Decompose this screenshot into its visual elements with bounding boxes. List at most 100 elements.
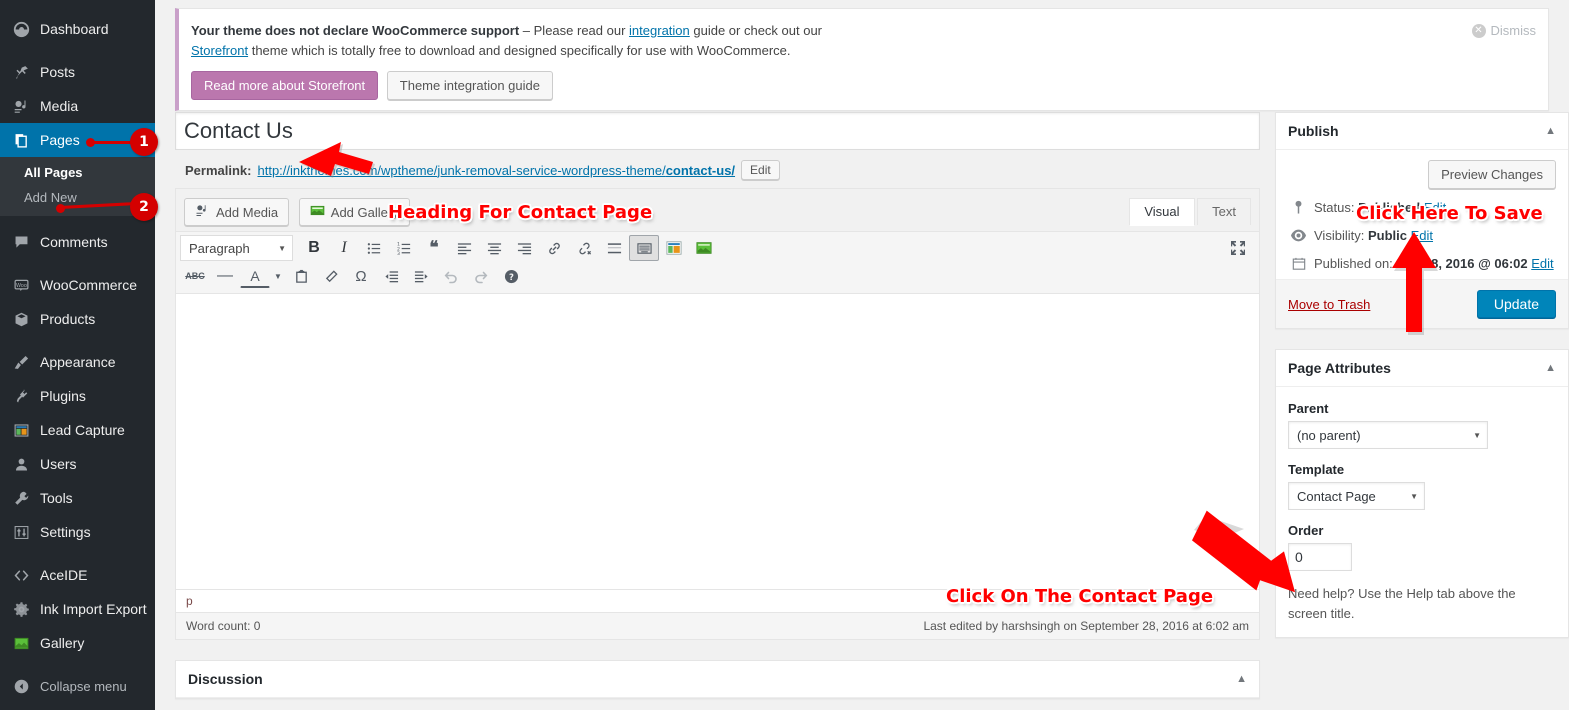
special-character-icon[interactable]: Ω [346,263,376,289]
sidebar-item-plugins[interactable]: Plugins [0,379,155,413]
blockquote-icon[interactable]: ❝ [419,235,449,261]
tab-visual[interactable]: Visual [1129,198,1195,226]
fullscreen-icon[interactable] [1225,235,1251,261]
user-icon [11,454,31,474]
parent-select[interactable]: (no parent) ▼ [1288,421,1488,449]
toggle-toolbar-icon[interactable] [629,235,659,261]
preview-changes-button[interactable]: Preview Changes [1428,160,1556,189]
theme-integration-guide-button[interactable]: Theme integration guide [386,71,553,101]
template-select[interactable]: Contact Page ▼ [1288,482,1425,510]
parent-label: Parent [1288,401,1329,416]
close-icon: ✕ [1471,23,1486,38]
sidebar-item-label: WooCommerce [40,277,137,293]
pin-icon [11,62,31,82]
svg-text:3: 3 [397,251,400,256]
update-button[interactable]: Update [1476,290,1556,318]
read-more-storefront-button[interactable]: Read more about Storefront [191,71,379,101]
sidebar-item-appearance[interactable]: Appearance [0,345,155,379]
align-right-icon[interactable] [509,235,539,261]
sidebar-item-dashboard[interactable]: Dashboard [0,12,155,46]
eye-icon [1290,228,1307,246]
chevron-up-icon[interactable]: ▲ [1236,673,1247,685]
sidebar-item-woocommerce[interactable]: Woo WooCommerce [0,268,155,302]
gallery-icon [11,633,31,653]
editor-status-bar: Word count: 0 Last edited by harshsingh … [176,612,1259,639]
permalink-slug: contact-us/ [665,162,736,178]
edit-permalink-button[interactable]: Edit [741,160,780,180]
status-value: Published [1358,200,1421,215]
collapse-arrow-icon [11,676,31,696]
sidebar-item-ink-import-export[interactable]: Ink Import Export [0,592,155,626]
sidebar-item-users[interactable]: Users [0,447,155,481]
chevron-up-icon[interactable]: ▲ [1545,362,1556,374]
integration-link[interactable]: integration [629,23,690,38]
clear-formatting-icon[interactable] [316,263,346,289]
tab-text[interactable]: Text [1197,198,1251,225]
sidebar-item-posts[interactable]: Posts [0,55,155,89]
notice-strong: Your theme does not declare WooCommerce … [191,23,520,38]
horizontal-rule-icon[interactable]: — [210,263,240,289]
publish-header[interactable]: Publish ▲ [1276,113,1568,150]
numbered-list-icon[interactable]: 123 [389,235,419,261]
bold-icon[interactable]: B [299,235,329,261]
lead-capture-icon [11,420,31,440]
page-attributes-header[interactable]: Page Attributes ▲ [1276,350,1568,387]
sidebar-item-lead-capture[interactable]: Lead Capture [0,413,155,447]
sidebar-item-gallery[interactable]: Gallery [0,626,155,660]
collapse-menu-button[interactable]: Collapse menu [0,669,155,703]
dismiss-notice-button[interactable]: ✕ Dismiss [1471,23,1536,38]
discussion-header[interactable]: Discussion ▲ [176,661,1259,698]
move-to-trash-link[interactable]: Move to Trash [1288,297,1370,312]
admin-body: Your theme does not declare WooCommerce … [155,0,1569,710]
gallery-shortcode-icon[interactable] [689,235,719,261]
sidebar-item-label: Plugins [40,388,86,404]
notice-text-3: theme which is totally free to download … [248,43,791,59]
align-center-icon[interactable] [479,235,509,261]
discussion-postbox: Discussion ▲ [175,660,1260,699]
chevron-down-icon: ▼ [1410,491,1418,501]
wrench-icon [11,488,31,508]
sidebar-item-label: Users [40,456,77,472]
content-editor: Add Media Add Gallery Visual Text Paragr… [175,188,1260,640]
sidebar-item-media[interactable]: Media [0,89,155,123]
read-more-icon[interactable] [599,235,629,261]
sidebar-item-settings[interactable]: Settings [0,515,155,549]
sidebar-item-label: Appearance [40,354,116,370]
insert-link-icon[interactable] [539,235,569,261]
unlink-icon[interactable] [569,235,599,261]
format-select[interactable]: Paragraph ▼ [180,235,293,261]
italic-icon[interactable]: I [329,235,359,261]
lead-capture-shortcode-icon[interactable] [659,235,689,261]
status-edit-link[interactable]: Edit [1424,200,1446,215]
status-text: Status: Published Edit [1314,200,1446,215]
bullet-list-icon[interactable] [359,235,389,261]
sidebar-subitem-all-pages[interactable]: All Pages [0,160,155,185]
storefront-link[interactable]: Storefront [191,43,248,58]
outdent-icon[interactable] [376,263,406,289]
sidebar-item-label: Products [40,311,96,327]
sidebar-item-aceide[interactable]: AceIDE [0,558,155,592]
undo-icon[interactable] [436,263,466,289]
strikethrough-icon[interactable]: ABC [180,263,210,289]
redo-icon[interactable] [466,263,496,289]
products-icon [11,309,31,329]
align-left-icon[interactable] [449,235,479,261]
paste-as-text-icon[interactable] [286,263,316,289]
editor-toolbar: Paragraph ▼ B I 123 ❝ ABC — A ▼ Ω ? [176,231,1259,294]
editor-mode-tabs: Visual Text [1129,198,1251,226]
text-color-caret-icon[interactable]: ▼ [270,263,286,289]
permalink-label: Permalink: [185,162,252,178]
keyboard-help-icon[interactable]: ? [496,263,526,289]
editor-content-area[interactable] [176,294,1259,589]
text-color-icon[interactable]: A [240,264,270,288]
published-edit-link[interactable]: Edit [1531,256,1553,271]
sidebar-item-tools[interactable]: Tools [0,481,155,515]
settings-icon [11,522,31,542]
page-attributes-inside: Parent (no parent) ▼ Template Contact Pa… [1276,387,1568,637]
indent-icon[interactable] [406,263,436,289]
sidebar-separator [0,259,155,268]
chevron-up-icon[interactable]: ▲ [1545,125,1556,137]
sidebar-item-products[interactable]: Products [0,302,155,336]
sidebar-item-comments[interactable]: Comments [0,225,155,259]
add-media-button[interactable]: Add Media [184,198,290,226]
